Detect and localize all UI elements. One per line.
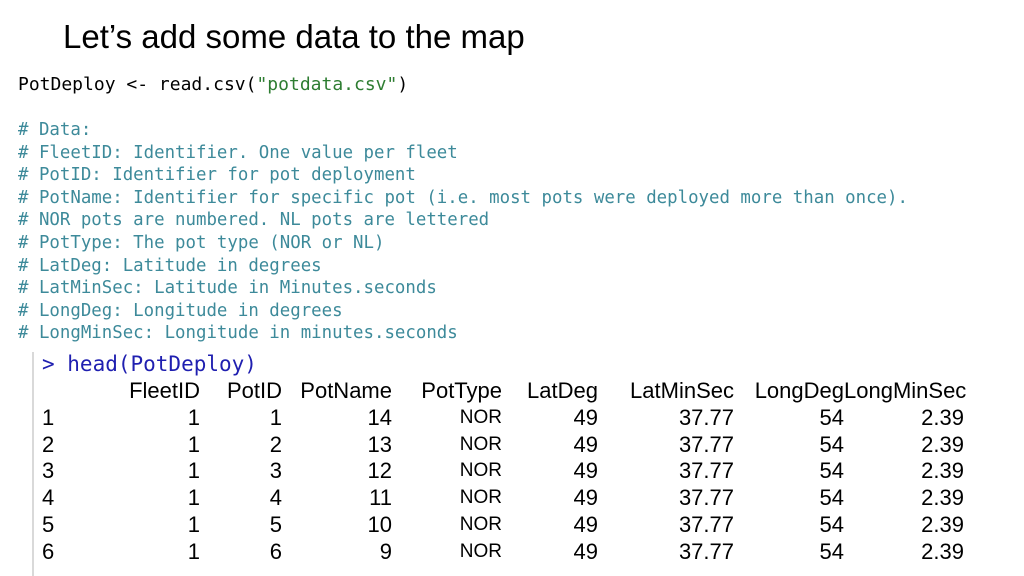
table-cell: 54	[819, 404, 844, 430]
table-cell: 1	[187, 404, 200, 430]
table-cell: NOR	[459, 540, 502, 562]
table-cell: 2.39	[921, 431, 964, 457]
table-cell: NOR	[459, 406, 502, 428]
table-cell: 49	[573, 431, 598, 457]
table-cell: 1	[42, 404, 55, 430]
comment-line: # LatMinSec: Latitude in Minutes.seconds	[18, 278, 437, 299]
table-cell: 5	[269, 511, 282, 537]
table-cell: 54	[819, 485, 844, 511]
table-cell: 6	[269, 538, 282, 564]
table-cell: 2	[42, 431, 55, 457]
table-cell: 1	[187, 458, 200, 484]
table-cell: 54	[819, 538, 844, 564]
table-cell: 3	[269, 458, 282, 484]
console-prompt: > head(PotDeploy)	[42, 352, 257, 376]
comment-line: # NOR pots are numbered. NL pots are let…	[18, 210, 490, 231]
comment-line: # LongDeg: Longitude in degrees	[18, 300, 343, 321]
code-assign-operator: <-	[126, 74, 149, 95]
table-cell: 13	[367, 431, 392, 457]
table-cell: NOR	[459, 487, 502, 509]
table-cell: 37.77	[678, 538, 734, 564]
table-cell: 1	[187, 538, 200, 564]
table-cell: 12	[367, 458, 392, 484]
comment-line: # LongMinSec: Longitude in minutes.secon…	[18, 323, 458, 344]
table-cell: 4	[269, 485, 282, 511]
table-cell: 49	[573, 458, 598, 484]
column-header: PotType	[421, 378, 502, 403]
table-cell: 10	[367, 511, 392, 537]
r-console-output: > head(PotDeploy) FleetID PotID PotName Pot…	[32, 352, 1014, 576]
table-cell: 54	[819, 458, 844, 484]
comment-line: # FleetID: Identifier. One value per fle…	[18, 142, 458, 163]
table-cell: 5	[42, 511, 55, 537]
table-cell: NOR	[459, 513, 502, 535]
column-header: LatMinSec	[630, 378, 734, 403]
table-cell: 1	[187, 485, 200, 511]
column-header: PotName	[300, 378, 392, 403]
column-header: LongMinSec	[844, 378, 967, 403]
table-cell: 1	[187, 511, 200, 537]
table-cell: 54	[819, 431, 844, 457]
table-cell: 37.77	[678, 485, 734, 511]
code-function: read.csv(	[158, 74, 257, 95]
table-cell: 37.77	[678, 458, 734, 484]
table-cell: 2	[269, 431, 282, 457]
code-close-paren: )	[397, 74, 409, 95]
table-cell: 49	[573, 404, 598, 430]
column-header: FleetID	[129, 378, 200, 403]
column-header: PotID	[226, 378, 282, 403]
table-cell: 4	[42, 485, 55, 511]
comment-line: # PotID: Identifier for pot deployment	[18, 165, 416, 186]
code-string-argument: "potdata.csv"	[256, 74, 398, 95]
column-header: LongDeg	[754, 378, 844, 403]
table-cell: 2.39	[921, 485, 964, 511]
table-cell: 3	[42, 458, 55, 484]
table-cell: 2.39	[921, 458, 964, 484]
table-cell: NOR	[459, 460, 502, 482]
table-cell: 37.77	[678, 431, 734, 457]
code-comments: # Data: # FleetID: Identifier. One value…	[18, 119, 908, 345]
column-header: LatDeg	[527, 378, 598, 403]
slide-title: Let’s add some data to the map	[63, 18, 525, 55]
table-cell: 14	[367, 404, 392, 430]
comment-line: # Data:	[18, 120, 92, 140]
table-cell: NOR	[459, 433, 502, 455]
table-cell: 49	[573, 538, 598, 564]
read-csv-code-line: PotDeploy <- read.csv("potdata.csv")	[18, 74, 408, 95]
table-cell: 49	[573, 485, 598, 511]
table-cell: 1	[187, 431, 200, 457]
table-cell: 2.39	[921, 538, 964, 564]
table-cell: 11	[369, 485, 392, 511]
table-cell: 49	[573, 511, 598, 537]
comment-line: # PotType: The pot type (NOR or NL)	[18, 232, 385, 253]
table-cell: 6	[42, 538, 55, 564]
table-cell: 37.77	[678, 404, 734, 430]
table-cell: 2.39	[921, 404, 964, 430]
table-cell: 54	[819, 511, 844, 537]
table-cell: 2.39	[921, 511, 964, 537]
comment-line: # PotName: Identifier for specific pot (…	[18, 187, 908, 208]
table-cell: 37.77	[678, 511, 734, 537]
code-variable: PotDeploy	[18, 74, 116, 95]
table-cell: 9	[379, 538, 392, 564]
table-cell: 1	[269, 404, 282, 430]
comment-line: # LatDeg: Latitude in degrees	[18, 255, 322, 276]
